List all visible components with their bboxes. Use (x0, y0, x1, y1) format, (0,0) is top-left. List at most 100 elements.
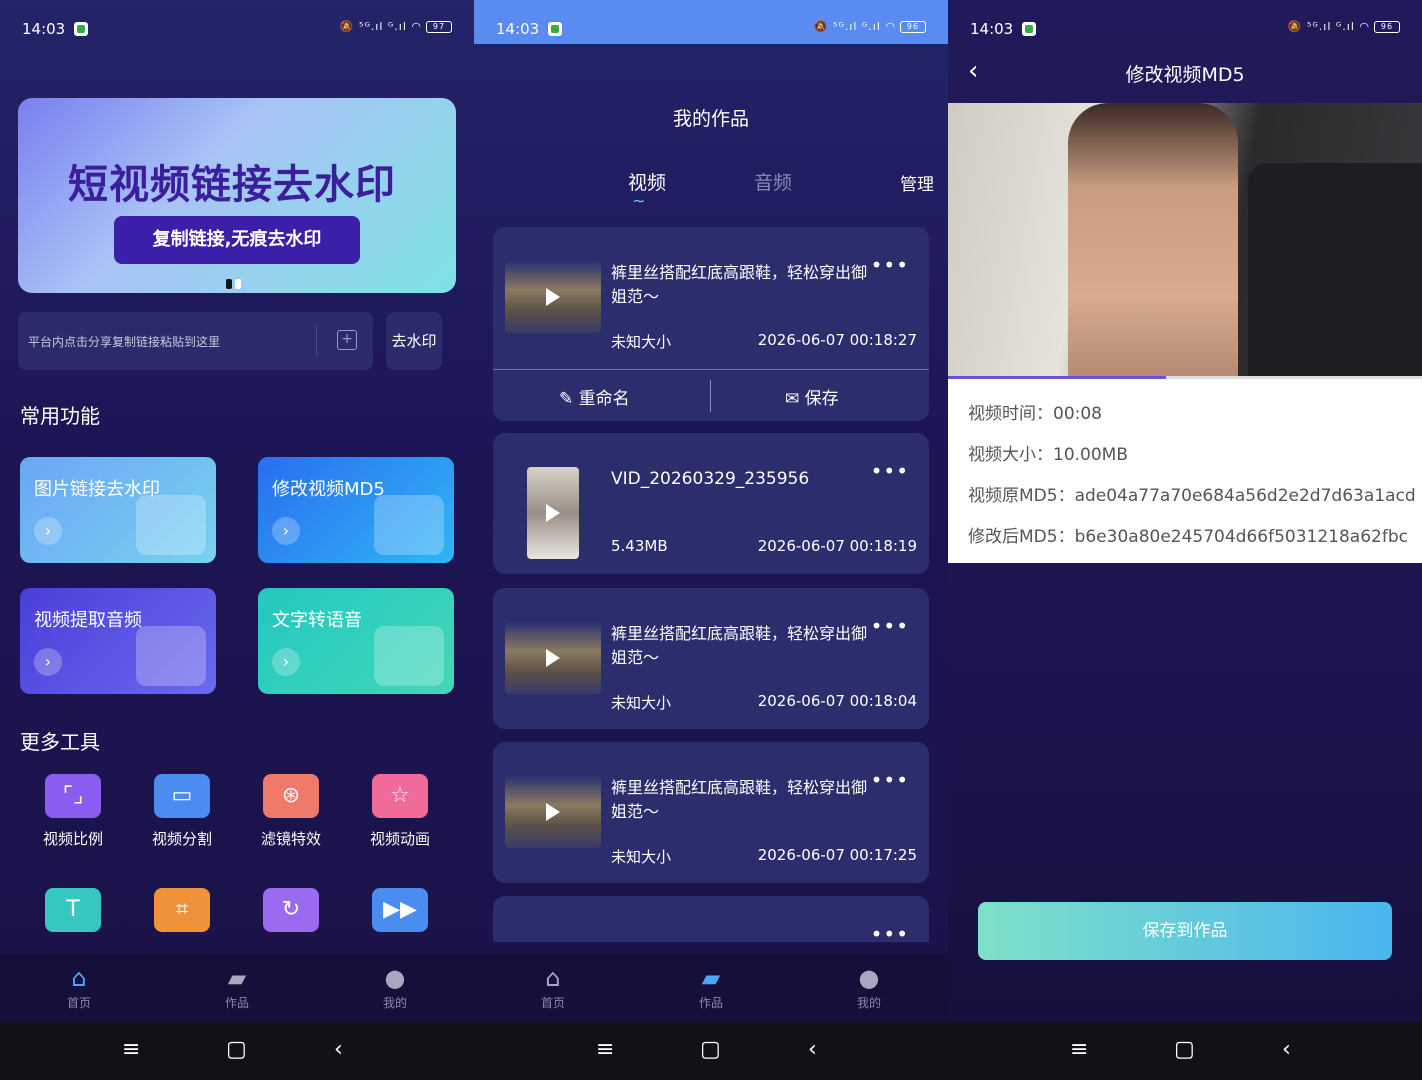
more-icon[interactable]: ••• (871, 614, 909, 638)
battery-icon: 97 (426, 21, 452, 33)
video-thumbnail[interactable] (505, 622, 601, 694)
link-input-box[interactable]: 平台内点击分享复制链接粘贴到这里 + (18, 312, 373, 370)
system-nav-bar: ≡ ▢ ‹ (948, 1022, 1422, 1080)
headphones-illustration-icon (136, 626, 206, 686)
remove-watermark-button[interactable]: 去水印 (386, 312, 442, 370)
play-icon (546, 649, 560, 667)
card-label: 视频提取音频 (34, 610, 142, 631)
user-icon: ● (858, 964, 880, 992)
status-icons: 🔕 ⁵ᴳ.ıl ᴳ.ıl ◠ 97 (340, 20, 452, 33)
save-button[interactable]: ✉ 保存 (785, 384, 839, 409)
tab-label: 首页 (540, 996, 565, 1010)
item-size: 未知大小 (611, 694, 672, 712)
card-text-to-speech[interactable]: 文字转语音 › (258, 588, 454, 694)
item-date: 2026-06-07 00:18:27 (757, 331, 917, 349)
item-date: 2026-06-07 00:18:04 (757, 692, 917, 710)
home-square-icon[interactable]: ▢ (226, 1036, 247, 1064)
fast-forward-icon: ▶▶ (372, 888, 428, 932)
tab-works[interactable]: ▰ 作品 (661, 962, 761, 1011)
bottom-tab-bar: ⌂ 首页 ▰ 作品 ● 我的 (0, 954, 474, 1022)
tab-label: 作品 (698, 996, 723, 1010)
item-title: 裤里丝搭配红底高跟鞋，轻松穿出御姐范～ (611, 624, 868, 667)
tool-video-animation[interactable]: ☆ 视频动画 (355, 774, 445, 849)
status-time: 14:03 (970, 20, 1014, 38)
microphone-illustration-icon (374, 626, 444, 686)
manage-button[interactable]: 管理 (900, 170, 934, 195)
wifi-icon: ◠ (1359, 20, 1370, 33)
home-icon: ⌂ (545, 964, 561, 992)
card-image-watermark[interactable]: 图片链接去水印 › (20, 457, 216, 563)
tab-mine[interactable]: ● 我的 (819, 962, 919, 1011)
paste-icon[interactable]: + (337, 330, 357, 350)
item-date: 2026-06-07 00:18:19 (757, 537, 917, 555)
status-bar: 14:03 🔕 ⁵ᴳ.ıl ᴳ.ıl ◠ 96 (948, 0, 1422, 44)
card-extract-audio[interactable]: 视频提取音频 › (20, 588, 216, 694)
status-bar: 14:03 🔕 ⁵ᴳ.ıl ᴳ.ıl ◠ 96 (474, 0, 948, 44)
back-icon[interactable]: ‹ (808, 1036, 817, 1064)
video-thumbnail[interactable] (505, 776, 601, 848)
tab-works[interactable]: ▰ 作品 (187, 962, 287, 1011)
wifi-icon: ◠ (411, 20, 422, 33)
home-square-icon[interactable]: ▢ (700, 1036, 721, 1064)
video-thumbnail[interactable] (527, 467, 579, 559)
video-frame-background (1248, 163, 1422, 379)
chevron-right-icon: › (272, 517, 300, 545)
list-item[interactable]: 裤里丝搭配红底高跟鞋，轻松穿出御姐范～ ••• 未知大小 2026-06-07 … (493, 742, 929, 883)
image-illustration-icon (136, 495, 206, 555)
home-icon: ⌂ (71, 964, 87, 992)
tool-speed[interactable]: ▶▶ (355, 888, 445, 942)
item-title: VID_20260329_235956 (611, 469, 810, 489)
app-notification-icon (1022, 22, 1036, 36)
signal-icon: ⁵ᴳ.ıl ᴳ.ıl (1307, 20, 1355, 33)
banner-pagination (226, 274, 244, 293)
rename-button[interactable]: ✎ 重命名 (559, 384, 630, 409)
more-icon[interactable]: ••• (871, 768, 909, 792)
tab-home[interactable]: ⌂ 首页 (503, 962, 603, 1011)
tool-label: 视频分割 (151, 830, 212, 848)
tab-label: 首页 (66, 996, 91, 1010)
page-title: 我的作品 (672, 108, 749, 130)
video-preview[interactable] (948, 103, 1422, 379)
more-icon[interactable]: ••• (871, 459, 909, 483)
save-to-works-button[interactable]: 保存到作品 (978, 902, 1392, 960)
list-item[interactable]: 裤里丝搭配红底高跟鞋，轻松穿出御姐范～ ••• 未知大小 2026-06-07 … (493, 588, 929, 729)
video-size: 视频大小：10.00MB (968, 445, 1128, 465)
tool-filter-effects[interactable]: ⊛ 滤镜特效 (246, 774, 336, 849)
signal-icon: ⁵ᴳ.ıl ᴳ.ıl (359, 20, 407, 33)
video-info-panel: 视频时间：00:08 视频大小：10.00MB 视频原MD5：ade04a77a… (948, 379, 1422, 563)
menu-icon[interactable]: ≡ (1070, 1036, 1088, 1064)
tab-home[interactable]: ⌂ 首页 (29, 962, 129, 1011)
play-icon (546, 288, 560, 306)
divider (710, 380, 711, 412)
tool-video-ratio[interactable]: ⌜⌟ 视频比例 (28, 774, 118, 849)
tab-audio[interactable]: 音频 (754, 168, 792, 195)
status-bar: 14:03 🔕 ⁵ᴳ.ıl ᴳ.ıl ◠ 97 (0, 0, 474, 44)
promo-banner[interactable]: 短视频链接去水印 复制链接,无痕去水印 (18, 98, 456, 293)
banner-button[interactable]: 复制链接,无痕去水印 (114, 216, 360, 264)
tool-video-split[interactable]: ▭ 视频分割 (137, 774, 227, 849)
home-square-icon[interactable]: ▢ (1174, 1036, 1195, 1064)
item-size: 未知大小 (611, 848, 672, 866)
more-icon[interactable]: ••• (871, 253, 909, 277)
list-item[interactable]: VID_20260329_235956 ••• 5.43MB 2026-06-0… (493, 433, 929, 574)
card-modify-md5[interactable]: 修改视频MD5 › (258, 457, 454, 563)
tool-crop[interactable]: ⌗ (137, 888, 227, 942)
list-item-partial[interactable]: ••• (493, 896, 929, 942)
status-time: 14:03 (496, 20, 540, 38)
list-item[interactable]: 裤里丝搭配红底高跟鞋，轻松穿出御姐范～ ••• 未知大小 2026-06-07 … (493, 227, 929, 421)
back-icon[interactable]: ‹ (1282, 1036, 1291, 1064)
menu-icon[interactable]: ≡ (122, 1036, 140, 1064)
tool-label: 视频比例 (42, 830, 103, 848)
back-icon[interactable]: ‹ (334, 1036, 343, 1064)
card-label: 修改视频MD5 (272, 479, 385, 500)
tab-label: 作品 (224, 996, 249, 1010)
tool-label: 视频动画 (369, 830, 430, 848)
tool-rotate[interactable]: ↻ (246, 888, 336, 942)
active-tab-indicator: ∼ (632, 191, 646, 210)
video-thumbnail[interactable] (505, 261, 601, 333)
more-icon[interactable]: ••• (871, 922, 909, 942)
tool-text[interactable]: T (28, 888, 118, 942)
menu-icon[interactable]: ≡ (596, 1036, 614, 1064)
star-icon: ☆ (372, 774, 428, 818)
tab-mine[interactable]: ● 我的 (345, 962, 445, 1011)
